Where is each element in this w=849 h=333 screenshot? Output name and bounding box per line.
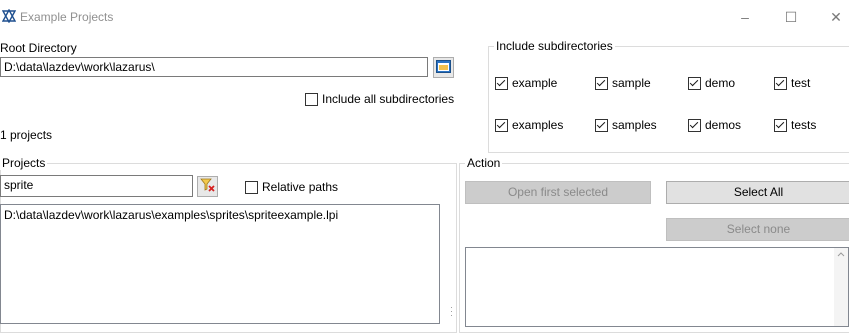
project-filter-input[interactable]: sprite: [0, 175, 193, 197]
subdir-label: sample: [612, 76, 651, 90]
action-output-box[interactable]: [465, 247, 849, 327]
window-title: Example Projects: [20, 10, 114, 24]
relative-paths-checkbox[interactable]: Relative paths: [245, 180, 338, 194]
subdir-checkbox-examples[interactable]: examples: [495, 118, 563, 132]
clear-filter-button[interactable]: [197, 176, 218, 197]
open-first-selected-button[interactable]: Open first selected: [465, 181, 651, 204]
close-icon: ✕: [830, 9, 842, 25]
checkbox-box: [774, 118, 787, 132]
projects-list[interactable]: D:\data\lazdev\work\lazarus\examples\spr…: [0, 204, 440, 324]
subdir-label: samples: [612, 118, 657, 132]
projects-count: 1 projects: [0, 128, 53, 142]
subdir-checkbox-demo[interactable]: demo: [688, 76, 735, 90]
checkbox-box: [688, 76, 701, 90]
list-item[interactable]: D:\data\lazdev\work\lazarus\examples\spr…: [1, 205, 439, 225]
subdir-checkbox-sample[interactable]: sample: [595, 76, 651, 90]
subdir-label: tests: [791, 118, 817, 132]
title-bar: Example Projects – ☐ ✕: [0, 0, 849, 34]
select-none-button[interactable]: Select none: [666, 218, 849, 241]
relative-paths-label: Relative paths: [262, 180, 339, 194]
projects-title: Projects: [0, 156, 48, 170]
maximize-button[interactable]: ☐: [768, 0, 814, 34]
minimize-icon: –: [741, 9, 749, 25]
lazarus-app-icon: [1, 8, 17, 24]
include-subdirectories-title: Include subdirectories: [494, 39, 615, 53]
subdir-checkbox-samples[interactable]: samples: [595, 118, 657, 132]
checkbox-box: [495, 76, 508, 90]
close-button[interactable]: ✕: [813, 0, 849, 34]
subdir-label: demos: [705, 118, 742, 132]
action-title: Action: [465, 156, 503, 170]
subdir-label: test: [791, 76, 811, 90]
root-directory-input[interactable]: D:\data\lazdev\work\lazarus\: [0, 57, 428, 77]
splitter-grip[interactable]: [450, 306, 453, 320]
include-all-subdirectories-checkbox[interactable]: Include all subdirectories: [305, 92, 454, 106]
checkbox-box: [595, 118, 608, 132]
subdir-label: example: [512, 76, 558, 90]
subdir-label: examples: [512, 118, 564, 132]
root-directory-label: Root Directory: [0, 41, 77, 55]
select-all-button[interactable]: Select All: [666, 181, 849, 204]
maximize-icon: ☐: [784, 9, 798, 25]
browse-directory-button[interactable]: [433, 57, 454, 78]
checkbox-box: [688, 118, 701, 132]
folder-icon: [436, 59, 451, 76]
checkbox-box: [305, 92, 318, 106]
subdir-checkbox-test[interactable]: test: [774, 76, 810, 90]
scrollbar[interactable]: [834, 248, 848, 326]
checkbox-box: [774, 76, 787, 90]
checkbox-box: [245, 180, 258, 194]
include-all-label: Include all subdirectories: [322, 92, 455, 106]
scroll-up-icon: [837, 252, 845, 257]
checkbox-box: [595, 76, 608, 90]
subdir-checkbox-demos[interactable]: demos: [688, 118, 741, 132]
include-subdirectories-group: [488, 46, 849, 153]
subdir-checkbox-example[interactable]: example: [495, 76, 557, 90]
checkbox-box: [495, 118, 508, 132]
clear-filter-icon: [199, 177, 216, 196]
subdir-checkbox-tests[interactable]: tests: [774, 118, 816, 132]
minimize-button[interactable]: –: [722, 0, 768, 34]
subdir-label: demo: [705, 76, 736, 90]
